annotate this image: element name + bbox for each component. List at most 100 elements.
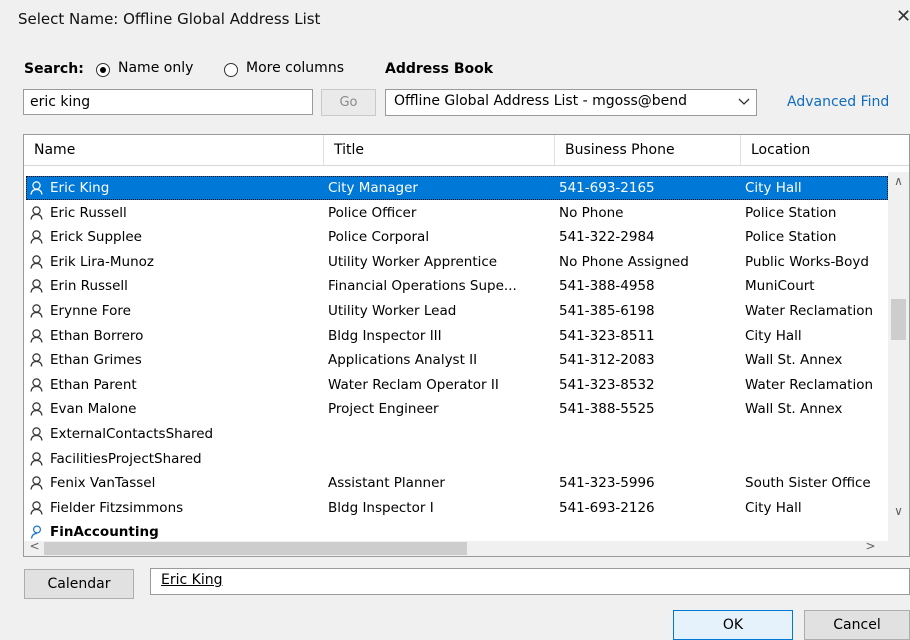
person-icon xyxy=(30,476,43,490)
row-title: Utility Worker Apprentice xyxy=(328,253,498,270)
cancel-button[interactable]: Cancel xyxy=(804,610,910,640)
table-row[interactable]: Eric Russell Police Officer No Phone Police… xyxy=(26,201,888,225)
row-name: Evan Malone xyxy=(50,401,137,418)
scroll-down-icon[interactable]: ∨ xyxy=(888,504,909,518)
calendar-button[interactable]: Calendar xyxy=(24,569,134,599)
person-icon xyxy=(30,328,43,343)
row-phone: 541-693-2165 xyxy=(559,180,655,196)
scroll-right-icon[interactable]: > xyxy=(860,539,881,553)
person-icon xyxy=(30,255,43,269)
table-row[interactable]: Fielder Fitzsimmons Bldg Inspector I 541-6… xyxy=(26,496,888,520)
address-list: Name Title Business Phone Location Eric … xyxy=(23,134,910,557)
address-book-select[interactable]: Offline Global Address List - mgoss@bend xyxy=(385,89,757,116)
person-icon xyxy=(30,451,43,466)
row-name: Ethan Grimes xyxy=(50,352,142,369)
row-location: Water Reclamation xyxy=(745,303,874,319)
row-title: Assistant Planner xyxy=(328,475,445,492)
table-row[interactable]: ExternalContactsShared xyxy=(26,422,888,446)
row-name: Eric Russell xyxy=(50,204,127,221)
row-name: Erick Supplee xyxy=(50,229,142,246)
scrollbar-corner xyxy=(888,541,909,556)
row-phone: 541-388-5525 xyxy=(559,401,655,418)
row-location xyxy=(745,447,890,471)
person-icon xyxy=(30,501,43,515)
close-button[interactable]: ✕ xyxy=(896,6,910,28)
calendar-recipients-field[interactable]: Eric King xyxy=(150,568,910,595)
row-phone: 541-323-8532 xyxy=(559,376,655,393)
vertical-scroll-thumb[interactable] xyxy=(891,299,906,340)
row-location: Police Station xyxy=(745,229,837,246)
table-row[interactable]: Erin Russell Financial Operations Supe...… xyxy=(26,274,888,298)
table-row[interactable]: Erik Lira-Munoz Utility Worker Apprentice… xyxy=(26,250,888,274)
advanced-find-link[interactable]: Advanced Find xyxy=(787,94,889,110)
person-icon xyxy=(30,353,43,367)
column-header-name[interactable]: Name xyxy=(24,135,324,165)
table-row[interactable]: Erick Supplee Police Corporal 541-322-2984… xyxy=(26,225,888,249)
address-book-value: Offline Global Address List - mgoss@bend xyxy=(394,93,688,109)
row-title: Water Reclam Operator II xyxy=(328,376,499,393)
row-location: South Sister Office xyxy=(745,475,871,492)
search-input[interactable] xyxy=(23,89,313,115)
table-row[interactable]: Evan Malone Project Engineer 541-388-5525 W… xyxy=(26,397,888,421)
person-icon xyxy=(30,402,43,416)
row-name: Ethan Parent xyxy=(50,376,137,393)
table-row[interactable]: Eric King City Manager 541-693-2165 City Ha… xyxy=(26,176,888,200)
dialog-title: Select Name: Offline Global Address List xyxy=(18,10,321,28)
scroll-up-icon[interactable]: ∧ xyxy=(888,174,909,188)
ok-button[interactable]: OK xyxy=(673,610,793,640)
radio-name-only-label: Name only xyxy=(118,60,194,76)
table-row[interactable]: FacilitiesProjectShared xyxy=(26,447,888,471)
radio-more-columns[interactable] xyxy=(224,63,238,77)
row-name: Ethan Borrero xyxy=(50,327,144,344)
row-location: City Hall xyxy=(745,327,802,344)
row-location: City Hall xyxy=(745,499,802,516)
row-location: Wall St. Annex xyxy=(745,401,843,418)
row-location xyxy=(745,422,890,446)
person-icon xyxy=(30,230,43,244)
row-name: Erik Lira-Munoz xyxy=(50,253,155,270)
vertical-scrollbar[interactable]: ∧ ∨ xyxy=(888,172,909,541)
row-title: Project Engineer xyxy=(328,401,439,418)
header-divider xyxy=(24,165,909,166)
column-header-location[interactable]: Location xyxy=(741,135,909,165)
person-icon xyxy=(30,378,43,392)
row-location: Public Works-Boyd xyxy=(745,253,869,270)
row-location: City Hall xyxy=(745,180,802,196)
row-phone: 541-312-2083 xyxy=(559,352,655,369)
person-icon xyxy=(30,279,43,293)
chevron-down-icon xyxy=(738,98,750,105)
table-row[interactable]: Ethan Grimes Applications Analyst II 541-3… xyxy=(26,348,888,372)
row-title xyxy=(328,422,556,446)
row-name: Eric King xyxy=(50,180,110,196)
column-header-business-phone[interactable]: Business Phone xyxy=(555,135,741,165)
row-title: City Manager xyxy=(328,180,418,196)
row-title: Utility Worker Lead xyxy=(328,303,457,319)
radio-name-only[interactable] xyxy=(96,63,110,77)
row-title xyxy=(328,447,556,471)
row-title: Police Officer xyxy=(328,204,417,221)
row-name: Erin Russell xyxy=(50,278,128,295)
row-location: Wall St. Annex xyxy=(745,352,843,369)
row-name: Fenix VanTassel xyxy=(50,475,156,492)
person-icon xyxy=(30,205,43,220)
row-title: Bldg Inspector I xyxy=(328,499,434,516)
row-phone: 541-388-4958 xyxy=(559,278,655,295)
group-icon xyxy=(30,525,43,539)
row-phone xyxy=(559,422,742,446)
horizontal-scroll-thumb[interactable] xyxy=(44,542,467,555)
horizontal-scrollbar[interactable]: < > xyxy=(24,539,888,556)
row-location: Police Station xyxy=(745,204,837,221)
column-header-title[interactable]: Title xyxy=(324,135,555,165)
table-row[interactable]: Ethan Borrero Bldg Inspector III 541-323-8… xyxy=(26,324,888,348)
scroll-left-icon[interactable]: < xyxy=(24,539,45,553)
go-button[interactable]: Go xyxy=(321,89,376,116)
table-row[interactable]: Fenix VanTassel Assistant Planner 541-323-… xyxy=(26,471,888,495)
calendar-recipient[interactable]: Eric King xyxy=(161,572,222,588)
row-name: FacilitiesProjectShared xyxy=(50,450,202,467)
row-title: Bldg Inspector III xyxy=(328,327,442,344)
table-row[interactable]: Ethan Parent Water Reclam Operator II 541-… xyxy=(26,373,888,397)
row-phone: 541-322-2984 xyxy=(559,229,655,246)
table-row[interactable]: Erynne Fore Utility Worker Lead 541-385-61… xyxy=(26,299,888,323)
row-name: ExternalContactsShared xyxy=(50,426,214,442)
row-phone: 541-323-5996 xyxy=(559,475,655,492)
